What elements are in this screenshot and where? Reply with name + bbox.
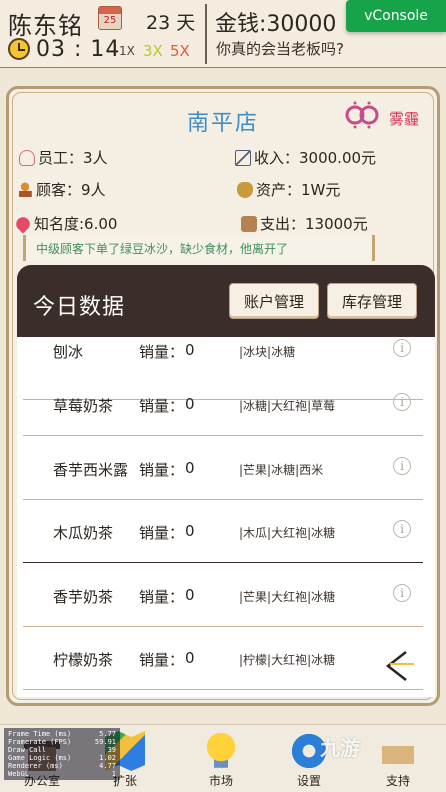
- today-title: 今日数据: [33, 295, 126, 320]
- calendar-icon: 25: [98, 6, 122, 30]
- product-name: 刨冰: [53, 343, 84, 361]
- player-name: 陈东铭: [8, 12, 83, 40]
- info-icon[interactable]: i: [393, 393, 411, 411]
- stock-management-button[interactable]: 库存管理: [327, 283, 417, 319]
- nav-label: 支持: [385, 774, 410, 788]
- nav-support[interactable]: 支持: [362, 729, 434, 791]
- sales-value: 0: [185, 395, 195, 413]
- speed-3x-button[interactable]: 3X: [143, 42, 163, 60]
- info-icon[interactable]: i: [393, 339, 411, 357]
- subtitle: 你真的会当老板吗?: [216, 40, 344, 58]
- money-bag-icon: [237, 181, 253, 198]
- list-item[interactable]: 柠檬奶茶 销量： 0 |柠檬|大红袍|冰糖: [23, 627, 423, 690]
- sales-value: 0: [185, 649, 195, 667]
- ingredients: |冰糖|大红袍|草莓: [239, 399, 336, 413]
- sales-label: 销量：: [139, 343, 185, 361]
- fame-flame-icon: [13, 213, 33, 234]
- sales-label: 销量：: [139, 588, 185, 606]
- sales-value: 0: [185, 522, 195, 540]
- sales-value: 0: [185, 586, 195, 604]
- weather-icon: [345, 101, 379, 129]
- sales-label: 销量：: [139, 651, 185, 669]
- watermark: 九游: [320, 736, 360, 760]
- back-arrow-icon[interactable]: [380, 648, 416, 684]
- speed-1x-button[interactable]: 1X: [119, 44, 135, 58]
- product-name: 香芋奶茶: [53, 588, 114, 606]
- speed-5x-button[interactable]: 5X: [170, 42, 190, 60]
- sales-value: 0: [185, 341, 195, 359]
- ingredients: |芒果|冰糖|西米: [239, 463, 324, 477]
- sales-label: 销量：: [139, 461, 185, 479]
- lightbulb-icon: [201, 731, 241, 771]
- staff-stat: 员工：3人: [19, 147, 108, 168]
- nav-label: 市场: [208, 774, 233, 788]
- sales-label: 销量：: [139, 397, 185, 415]
- news-ticker: 中级顾客下单了绿豆冰沙，缺少食材，他离开了: [23, 235, 375, 261]
- account-management-button[interactable]: 账户管理: [229, 283, 319, 319]
- list-item[interactable]: 香芋西米露 销量： 0 |芒果|冰糖|西米 i: [23, 437, 423, 500]
- expense-icon: [241, 215, 257, 232]
- shop-panel: 南平店 雾霾 员工：3人 收入：3000.00元 顾客：9人 资产：1W元 知名…: [6, 86, 440, 706]
- product-name: 柠檬奶茶: [53, 651, 114, 669]
- debug-stats-overlay: Frame Time (ms) 5.77 Framerate (FPS) 59.91…: [4, 728, 120, 780]
- sales-value: 0: [185, 459, 195, 477]
- divider: [205, 4, 207, 64]
- money-display: 金钱:30000: [215, 12, 337, 37]
- list-item[interactable]: 草莓奶茶 销量： 0 |冰糖|大红袍|草莓 i: [23, 373, 423, 436]
- day-count: 23 天: [146, 12, 196, 34]
- clock-icon: [8, 38, 30, 60]
- vconsole-button[interactable]: vConsole: [346, 0, 446, 32]
- customer-stat: 顾客：9人: [17, 179, 106, 200]
- customer-icon: [17, 181, 33, 198]
- fame-stat: 知名度:6.00: [13, 213, 117, 234]
- game-time: 03 : 14: [36, 37, 121, 62]
- income-stat: 收入：3000.00元: [235, 147, 376, 168]
- support-icon: [378, 731, 418, 771]
- nav-market[interactable]: 市场: [185, 729, 257, 791]
- income-chart-icon: [235, 149, 251, 166]
- list-item[interactable]: 香芋奶茶 销量： 0 |芒果|大红袍|冰糖 i: [23, 564, 423, 627]
- sales-label: 销量：: [139, 524, 185, 542]
- today-data-panel: 今日数据 账户管理 库存管理 刨冰 销量： 0 |冰块|冰糖 i 草莓奶茶 销量…: [17, 265, 435, 697]
- info-icon[interactable]: i: [393, 457, 411, 475]
- ingredients: |木瓜|大红袍|冰糖: [239, 526, 336, 540]
- product-name: 木瓜奶茶: [53, 524, 114, 542]
- product-list[interactable]: 刨冰 销量： 0 |冰块|冰糖 i 草莓奶茶 销量： 0 |冰糖|大红袍|草莓 …: [17, 337, 435, 697]
- staff-icon: [19, 149, 35, 166]
- info-icon[interactable]: i: [393, 520, 411, 538]
- ingredients: |芒果|大红袍|冰糖: [239, 590, 336, 604]
- weather-label: 雾霾: [389, 110, 420, 128]
- asset-stat: 资产：1W元: [237, 179, 340, 200]
- ingredients: |冰块|冰糖: [239, 345, 296, 359]
- list-item[interactable]: 木瓜奶茶 销量： 0 |木瓜|大红袍|冰糖 i: [23, 500, 423, 563]
- top-status-bar: 陈东铭 25 23 天 03 : 14 1X 3X 5X 金钱:30000 你真…: [0, 0, 446, 68]
- product-name: 草莓奶茶: [53, 397, 114, 415]
- ingredients: |柠檬|大红袍|冰糖: [239, 653, 336, 667]
- expense-stat: 支出：13000元: [241, 213, 368, 234]
- nav-label: 设置: [296, 774, 321, 788]
- product-name: 香芋西米露: [53, 461, 129, 479]
- info-icon[interactable]: i: [393, 584, 411, 602]
